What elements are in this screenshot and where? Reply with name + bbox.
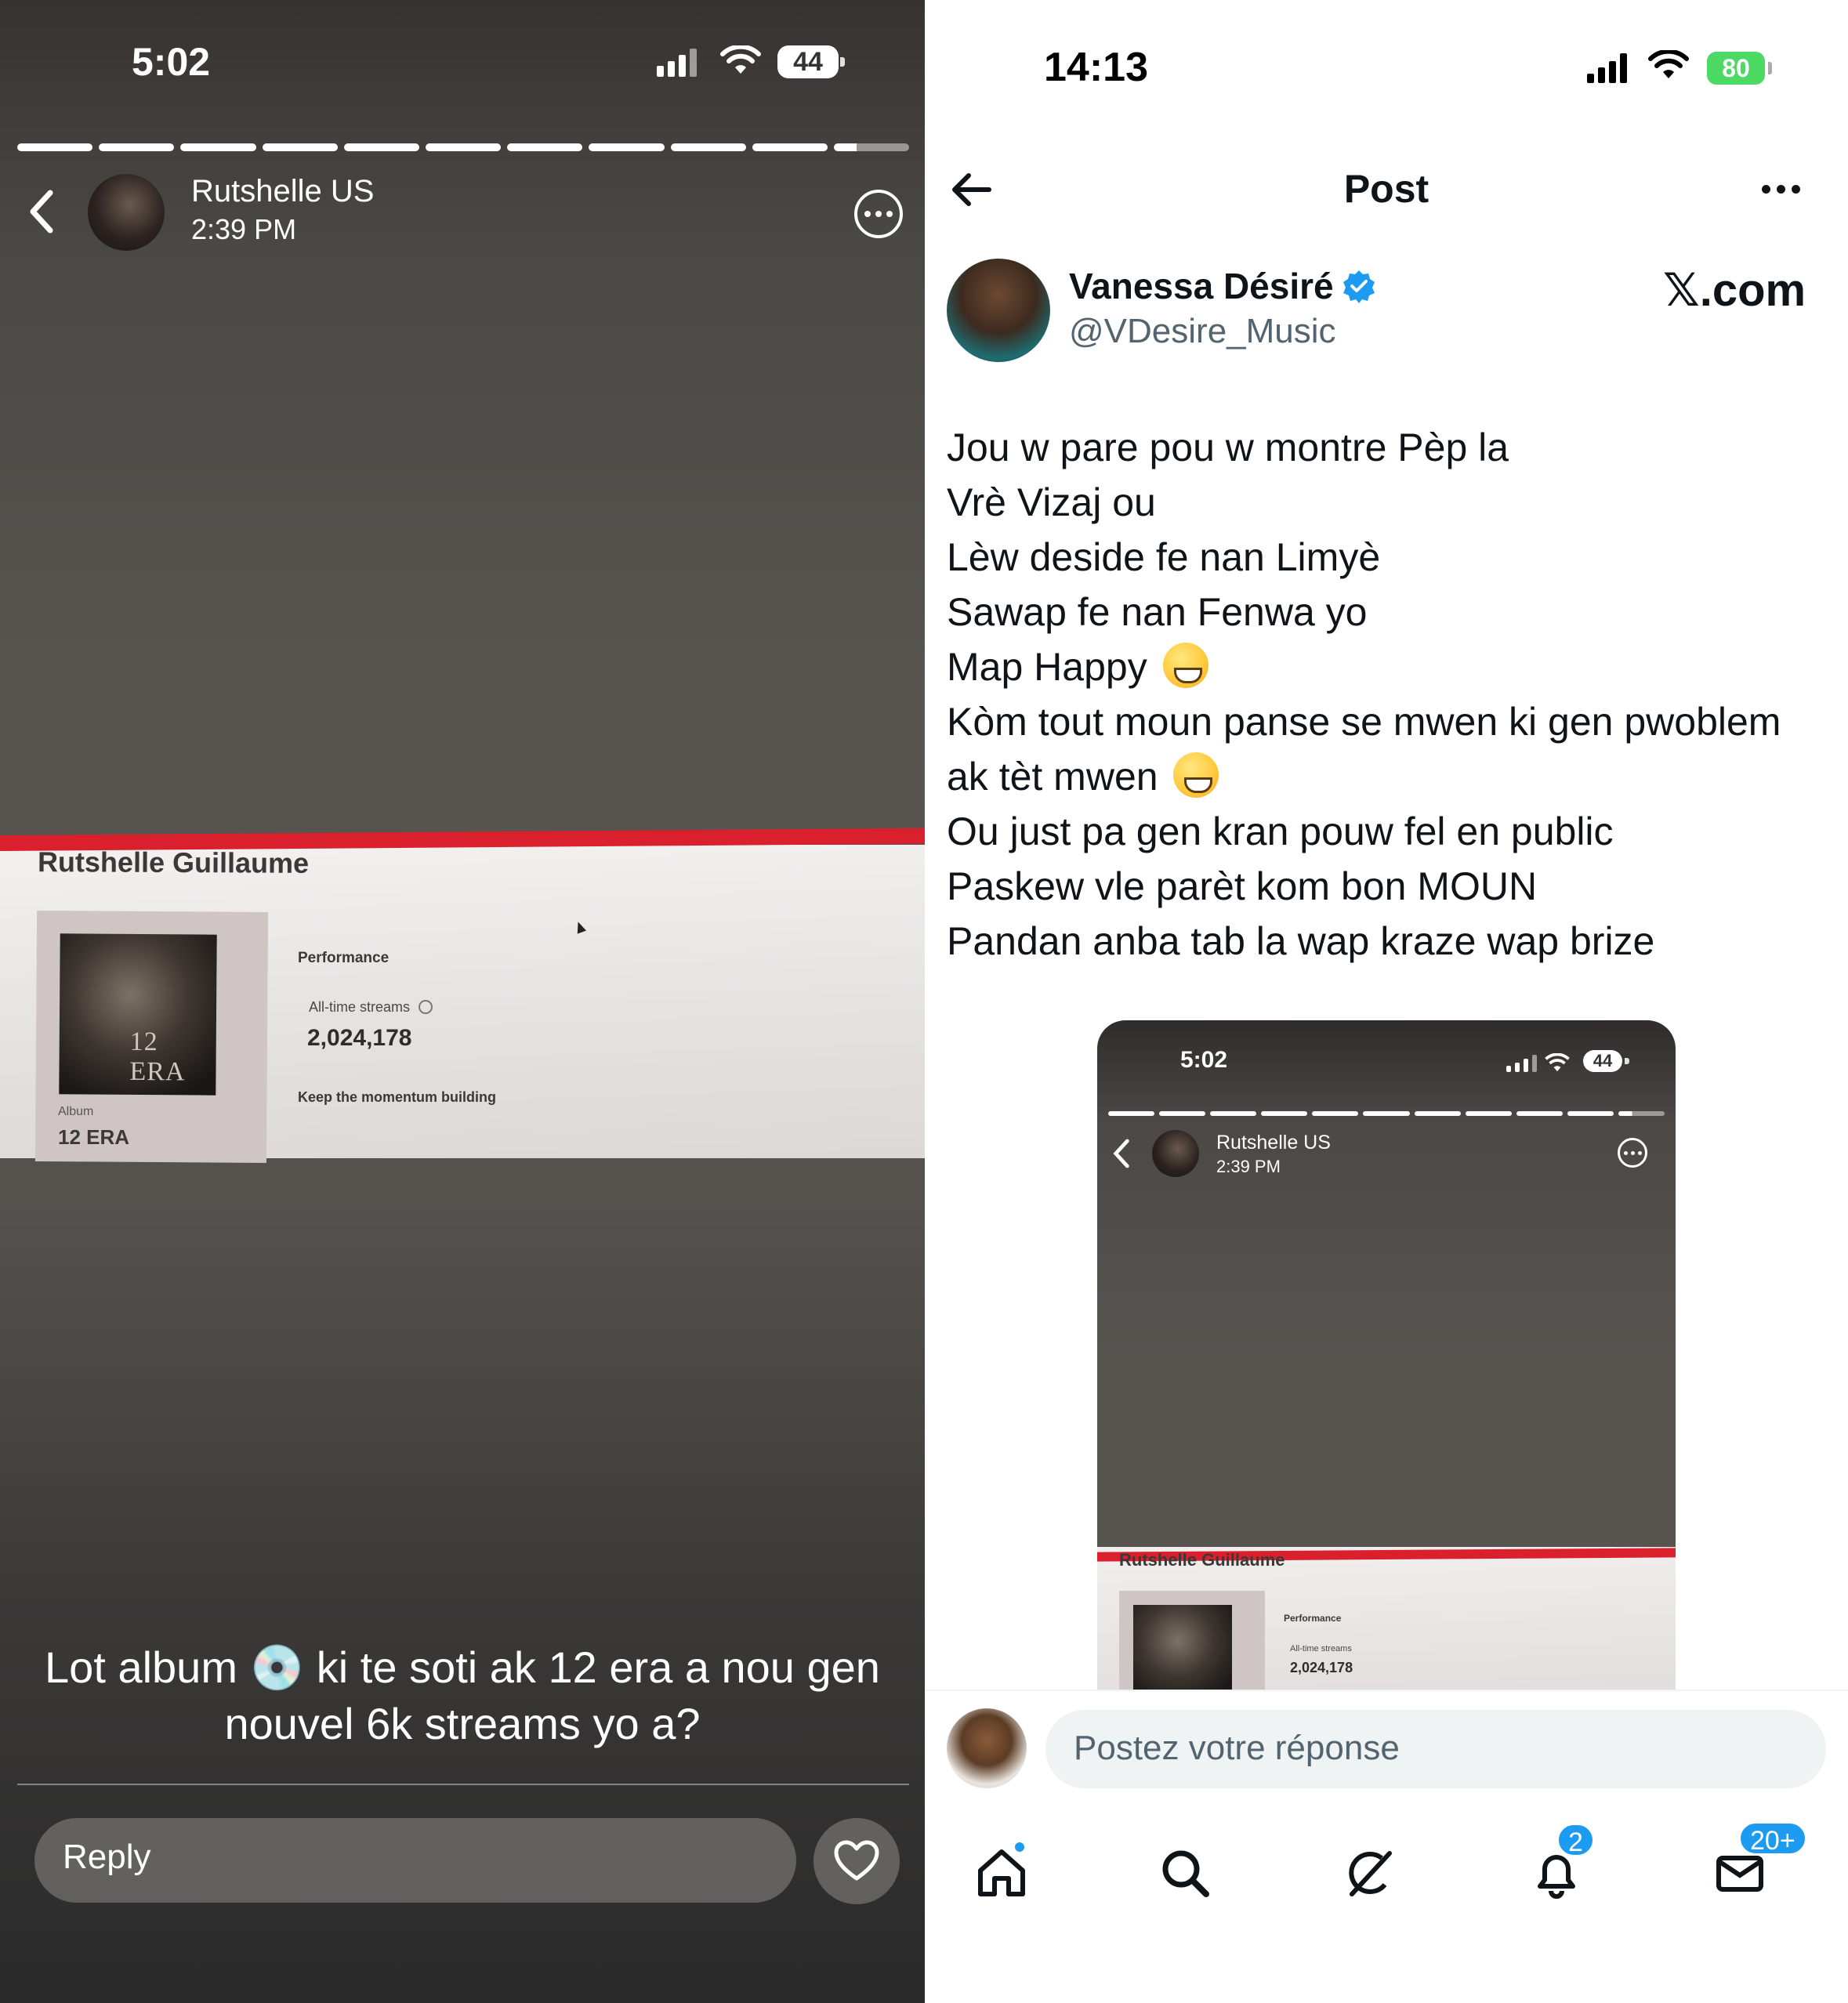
author-name-text: Vanessa Désiré — [1069, 266, 1334, 306]
embed-album-cover — [1133, 1605, 1232, 1690]
author-avatar[interactable] — [947, 259, 1050, 362]
post-text: Jou w pare pou w montre Pèp la Vrè Vizaj… — [947, 420, 1781, 969]
signal-icon — [1506, 1055, 1537, 1072]
user-avatar[interactable] — [947, 1708, 1027, 1788]
all-time-streams-label: All-time streams — [309, 999, 433, 1016]
post-line: Paskew vle parèt kom bon MOUN — [947, 864, 1538, 908]
signal-icon — [1587, 53, 1627, 83]
account-avatar[interactable] — [88, 174, 165, 251]
album-name: 12 ERA — [58, 1125, 130, 1149]
tab-grok[interactable] — [1339, 1842, 1401, 1904]
reply-placeholder: Reply — [63, 1838, 151, 1876]
author-name[interactable]: Vanessa Désiré — [1069, 265, 1376, 307]
embed-account-name: Rutshelle US — [1216, 1132, 1331, 1154]
post-line: Ou just pa gen kran pouw fel en public — [947, 810, 1614, 853]
account-name[interactable]: Rutshelle US — [191, 174, 374, 209]
more-options-button[interactable] — [854, 190, 903, 238]
story-caption: Lot album 💿 ki te soti ak 12 era a nou g… — [16, 1639, 909, 1752]
post-line: Pandan anba tab la wap kraze wap brize — [947, 919, 1655, 963]
battery-icon: 80 — [1707, 52, 1772, 85]
embed-performance-label: Performance — [1284, 1613, 1342, 1624]
story-panel: 5:02 44 Rutshelle US 2:39 PM Rutshelle G… — [0, 0, 925, 2003]
laughing-tears-emoji-icon — [1173, 752, 1219, 798]
battery-icon: 44 — [1583, 1050, 1629, 1072]
divider — [17, 1784, 909, 1785]
post-media[interactable]: 5:02 44 Rutshelle US 2:39 PM Rutshelle G… — [1097, 1020, 1676, 1690]
signal-icon — [657, 49, 697, 77]
messages-badge: 20+ — [1738, 1821, 1807, 1856]
chevron-left-icon — [1113, 1139, 1129, 1168]
battery-icon: 44 — [777, 45, 845, 78]
embed-streams-label: All-time streams — [1290, 1644, 1352, 1653]
x-watermark: 𝕏.com — [1663, 265, 1806, 316]
post-line: Map Happy — [947, 639, 1781, 694]
post-line: Kòm tout moun panse se mwen ki gen pwobl… — [947, 700, 1781, 744]
status-time: 14:13 — [1044, 45, 1148, 90]
tab-search[interactable] — [1154, 1842, 1216, 1904]
chevron-left-icon — [30, 190, 53, 234]
home-dot-badge — [1013, 1840, 1027, 1854]
grok-icon — [1349, 1851, 1392, 1896]
battery-level: 44 — [793, 46, 823, 77]
all-time-streams-value: 2,024,178 — [307, 1025, 412, 1051]
wifi-icon — [720, 45, 761, 74]
battery-level: 80 — [1722, 53, 1750, 82]
post-line: Vrè Vizaj ou — [947, 480, 1156, 524]
heart-icon — [834, 1840, 879, 1881]
verified-badge-icon — [1343, 270, 1375, 303]
performance-label: Performance — [298, 950, 390, 966]
photo-artist-name: Rutshelle Guillaume — [37, 846, 310, 879]
post-line: ak tèt mwen — [947, 749, 1781, 804]
post-time: 2:39 PM — [191, 213, 297, 245]
tab-messages[interactable]: 20+ — [1708, 1821, 1807, 1904]
back-button[interactable] — [22, 184, 61, 239]
embed-avatar — [1152, 1130, 1199, 1177]
page-title: Post — [1343, 167, 1429, 211]
momentum-text: Keep the momentum building — [298, 1089, 497, 1105]
screenshot-root: 5:02 44 Rutshelle US 2:39 PM Rutshelle G… — [0, 0, 1848, 2003]
reply-placeholder: Postez votre réponse — [1074, 1729, 1400, 1767]
wifi-icon — [1648, 50, 1689, 78]
album-label: Album — [58, 1105, 94, 1118]
post-line: Jou w pare pou w montre Pèp la — [947, 426, 1509, 469]
tab-notifications[interactable]: 2 — [1525, 1823, 1595, 1904]
embed-status-time: 5:02 — [1180, 1047, 1228, 1073]
grinning-emoji-icon — [1162, 643, 1208, 688]
post-panel: 14:13 80 Post Vanessa Désiré @VDesire_Mu… — [925, 0, 1848, 2003]
embed-post-time: 2:39 PM — [1216, 1157, 1281, 1176]
caption-line-2: nouvel 6k streams yo a? — [224, 1699, 701, 1748]
embed-progress-bar — [1108, 1111, 1665, 1116]
bottom-tab-bar: 2 20+ — [925, 1821, 1848, 1920]
like-button[interactable] — [813, 1818, 900, 1904]
wifi-icon — [1545, 1053, 1570, 1072]
author-handle[interactable]: @VDesire_Music — [1069, 312, 1336, 351]
album-cover: 12 ERA — [59, 933, 217, 1096]
embed-more-icon — [1618, 1138, 1647, 1168]
divider — [925, 1690, 1848, 1691]
info-icon — [419, 1000, 433, 1014]
album-cover-text: 12 ERA — [129, 1027, 186, 1087]
embed-artist-name: Rutshelle Guillaume — [1119, 1550, 1285, 1570]
caption-line-1: Lot album 💿 ki te soti ak 12 era a nou g… — [45, 1643, 880, 1692]
status-time: 5:02 — [132, 40, 211, 84]
post-line: Lèw deside fe nan Limyè — [947, 535, 1381, 579]
search-icon — [1162, 1850, 1209, 1897]
post-line: Sawap fe nan Fenwa yo — [947, 590, 1368, 634]
more-options-button[interactable] — [1762, 185, 1800, 194]
story-progress-bar — [17, 143, 910, 151]
notifications-badge: 2 — [1556, 1823, 1595, 1857]
embed-streams-value: 2,024,178 — [1290, 1660, 1353, 1675]
tab-home[interactable] — [970, 1840, 1033, 1904]
